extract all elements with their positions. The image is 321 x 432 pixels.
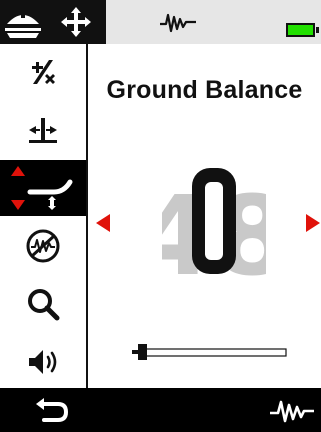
sidebar-item-ground-balance[interactable] [0,160,86,216]
signal-wave-icon [270,400,314,423]
top-bar [0,0,321,44]
value-display: 48 0 [152,164,272,284]
search-icon [28,289,60,321]
decrease-arrow-icon[interactable] [94,212,112,234]
battery-tip [316,27,319,33]
sidebar-item-sensitivity[interactable] [0,44,86,100]
threshold-icon [29,118,57,143]
volume-icon [29,350,57,374]
sidebar-item-volume[interactable] [0,334,86,390]
battery-indicator [286,23,315,37]
sidebar-menu [0,44,88,388]
field-mode-icon [5,10,41,38]
slider-tail [132,350,140,354]
mode-button[interactable] [0,0,46,44]
noise-cancel-icon [26,229,60,263]
slider-track [141,348,287,357]
ground-balance-icon [11,166,73,210]
back-button[interactable] [30,394,74,428]
move-button[interactable] [46,0,106,44]
sidebar-item-noise-cancel[interactable] [0,218,86,274]
signal-indicator [148,8,208,36]
move-arrows-icon [61,7,91,37]
value-glyph [192,168,236,274]
sidebar-item-search[interactable] [0,276,86,332]
value-slider[interactable] [132,344,288,360]
back-icon [36,398,69,422]
ground-balance-panel: Ground Balance 48 0 [88,44,321,388]
signal-button[interactable] [265,396,319,426]
sensitivity-ratio-icon [32,60,55,84]
page-title: Ground Balance [106,76,303,104]
sidebar-item-threshold[interactable] [0,102,86,158]
signal-wave-icon [160,13,196,33]
increase-arrow-icon[interactable] [304,212,321,234]
